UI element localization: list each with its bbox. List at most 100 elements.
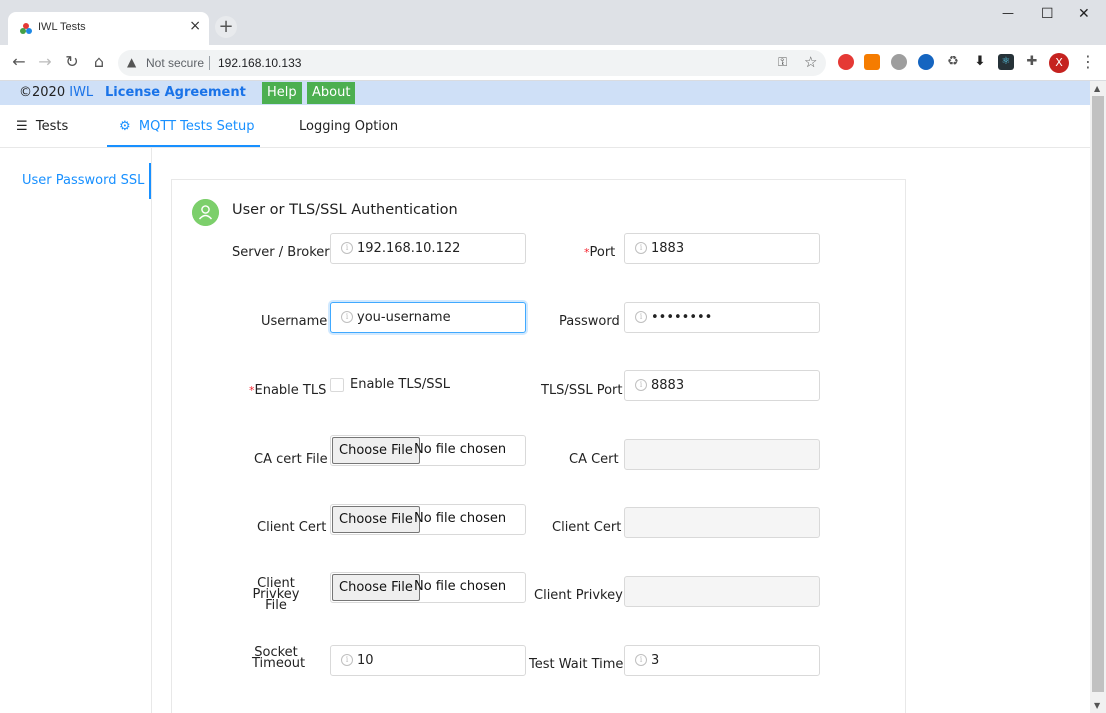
- card-title: User or TLS/SSL Authentication: [232, 202, 458, 218]
- reload-icon[interactable]: ↻: [61, 52, 83, 71]
- scroll-up-icon[interactable]: ▲: [1094, 84, 1100, 93]
- socket-timeout-input[interactable]: i 10: [330, 645, 526, 676]
- react-devtools-icon[interactable]: ⚛: [998, 54, 1014, 70]
- scroll-down-icon[interactable]: ▼: [1094, 701, 1100, 710]
- home-icon[interactable]: ⌂: [88, 52, 110, 71]
- new-tab-button[interactable]: +: [215, 16, 237, 38]
- socket-timeout-label: Socket Timeout: [252, 646, 305, 670]
- extensions-puzzle-icon[interactable]: ✚: [1024, 54, 1040, 70]
- tab-tests[interactable]: ☰ Tests: [16, 119, 68, 134]
- ca-cert-label: CA Cert: [569, 452, 619, 467]
- info-icon: i: [635, 379, 647, 391]
- recycle-icon[interactable]: ♻: [945, 54, 961, 70]
- license-agreement-link[interactable]: License Agreement: [105, 85, 246, 100]
- socket-timeout-value: 10: [357, 653, 374, 668]
- list-icon: ☰: [16, 119, 28, 134]
- server-broker-label: Server / Broker: [232, 245, 330, 260]
- username-label: Username: [261, 314, 328, 329]
- scrollbar-thumb[interactable]: [1092, 96, 1104, 692]
- enable-tls-label-text: Enable TLS: [254, 383, 327, 398]
- ca-cert-display: [624, 439, 820, 470]
- socket-timeout-label-line2: Timeout: [252, 656, 306, 671]
- profile-avatar[interactable]: X: [1049, 53, 1069, 73]
- port-label: *Port: [584, 245, 615, 260]
- sidebar-active-indicator: [149, 163, 151, 199]
- port-label-text: Port: [589, 245, 616, 260]
- user-icon: [192, 199, 219, 226]
- browser-menu-icon[interactable]: ⋮: [1080, 52, 1096, 71]
- client-privkey-display: [624, 576, 820, 607]
- info-icon: i: [341, 311, 353, 323]
- password-input[interactable]: i ••••••••: [624, 302, 820, 333]
- info-icon: i: [635, 242, 647, 254]
- tab-title: IWL Tests: [38, 21, 86, 33]
- url-text[interactable]: 192.168.10.133: [218, 56, 301, 70]
- address-bar[interactable]: ▲ Not secure 192.168.10.133 ⚿ ☆: [118, 50, 826, 76]
- choose-file-button[interactable]: Choose File: [332, 506, 420, 533]
- sidebar: User Password SSL: [0, 148, 152, 713]
- download-icon[interactable]: ⬇: [972, 54, 988, 70]
- key-icon[interactable]: ⚿: [778, 55, 787, 70]
- window-close-icon[interactable]: ✕: [1078, 6, 1090, 22]
- info-icon: i: [341, 654, 353, 666]
- ca-cert-file-input[interactable]: Choose File No file chosen: [330, 435, 526, 466]
- enable-tls-checkbox[interactable]: [330, 378, 344, 392]
- ca-cert-file-label: CA cert File: [254, 452, 328, 467]
- test-wait-time-value: 3: [651, 653, 660, 668]
- tab-close-icon[interactable]: ×: [189, 18, 201, 34]
- username-input[interactable]: i you-username: [330, 302, 526, 333]
- tls-port-value: 8883: [651, 378, 685, 393]
- info-icon: i: [341, 242, 353, 254]
- help-button[interactable]: Help: [262, 82, 302, 104]
- back-icon[interactable]: ←: [8, 52, 30, 71]
- enable-tls-label: *Enable TLS: [249, 383, 326, 398]
- info-icon: i: [635, 311, 647, 323]
- extension-grey-icon[interactable]: [891, 54, 907, 70]
- omnibox-divider: [209, 56, 210, 70]
- no-file-text: No file chosen: [414, 442, 507, 457]
- enable-tls-checkbox-label[interactable]: Enable TLS/SSL: [350, 377, 450, 392]
- security-label[interactable]: Not secure: [146, 56, 204, 70]
- extension-blue-icon[interactable]: [918, 54, 934, 70]
- minimize-icon[interactable]: —: [1002, 6, 1014, 20]
- client-cert-display: [624, 507, 820, 538]
- tls-port-input[interactable]: i 8883: [624, 370, 820, 401]
- page-scrollbar[interactable]: ▲ ▼: [1090, 81, 1106, 713]
- choose-file-button[interactable]: Choose File: [332, 437, 420, 464]
- client-cert-file-label: Client Cert: [257, 520, 327, 535]
- about-button[interactable]: About: [307, 82, 356, 104]
- tls-port-label: TLS/SSL Port: [541, 383, 623, 398]
- warning-icon: ▲: [127, 55, 137, 69]
- maximize-icon[interactable]: ☐: [1041, 6, 1054, 22]
- copyright: ©2020 IWL: [19, 85, 93, 100]
- extension-orange-icon[interactable]: [864, 54, 880, 70]
- no-file-text: No file chosen: [414, 579, 507, 594]
- sidebar-item-user-password-ssl[interactable]: User Password SSL: [22, 173, 144, 188]
- info-icon: i: [635, 654, 647, 666]
- client-privkey-file-input[interactable]: Choose File No file chosen: [330, 572, 526, 603]
- choose-file-button[interactable]: Choose File: [332, 574, 420, 601]
- server-broker-input[interactable]: i 192.168.10.122: [330, 233, 526, 264]
- tab-mqtt-tests-setup[interactable]: ⚙ MQTT Tests Setup: [119, 119, 255, 134]
- tab-tests-label: Tests: [35, 119, 69, 134]
- port-input[interactable]: i 1883: [624, 233, 820, 264]
- bookmark-star-icon[interactable]: ☆: [804, 53, 817, 71]
- adblock-extension-icon[interactable]: [838, 54, 854, 70]
- tab-logging-option[interactable]: Logging Option: [299, 119, 398, 134]
- browser-toolbar: ← → ↻ ⌂ ▲ Not secure 192.168.10.133 ⚿ ☆ …: [0, 45, 1106, 81]
- port-value: 1883: [651, 241, 685, 256]
- tab-mqtt-label: MQTT Tests Setup: [138, 119, 255, 134]
- forward-icon[interactable]: →: [34, 52, 56, 71]
- page-header: ©2020 IWL License Agreement Help About: [0, 81, 1090, 105]
- test-wait-time-input[interactable]: i 3: [624, 645, 820, 676]
- client-cert-file-input[interactable]: Choose File No file chosen: [330, 504, 526, 535]
- favicon-icon: [20, 23, 32, 34]
- server-broker-value: 192.168.10.122: [357, 241, 461, 256]
- password-value: ••••••••: [651, 310, 713, 325]
- password-label: Password: [559, 314, 620, 329]
- browser-tabstrip: IWL Tests × + — ☐ ✕: [0, 0, 1106, 45]
- browser-tab[interactable]: IWL Tests ×: [8, 12, 209, 45]
- main-tabs: ☰ Tests ⚙ MQTT Tests Setup Logging Optio…: [0, 105, 1090, 148]
- copyright-link[interactable]: IWL: [69, 85, 93, 100]
- client-privkey-file-label: Client Privkey File: [236, 577, 316, 612]
